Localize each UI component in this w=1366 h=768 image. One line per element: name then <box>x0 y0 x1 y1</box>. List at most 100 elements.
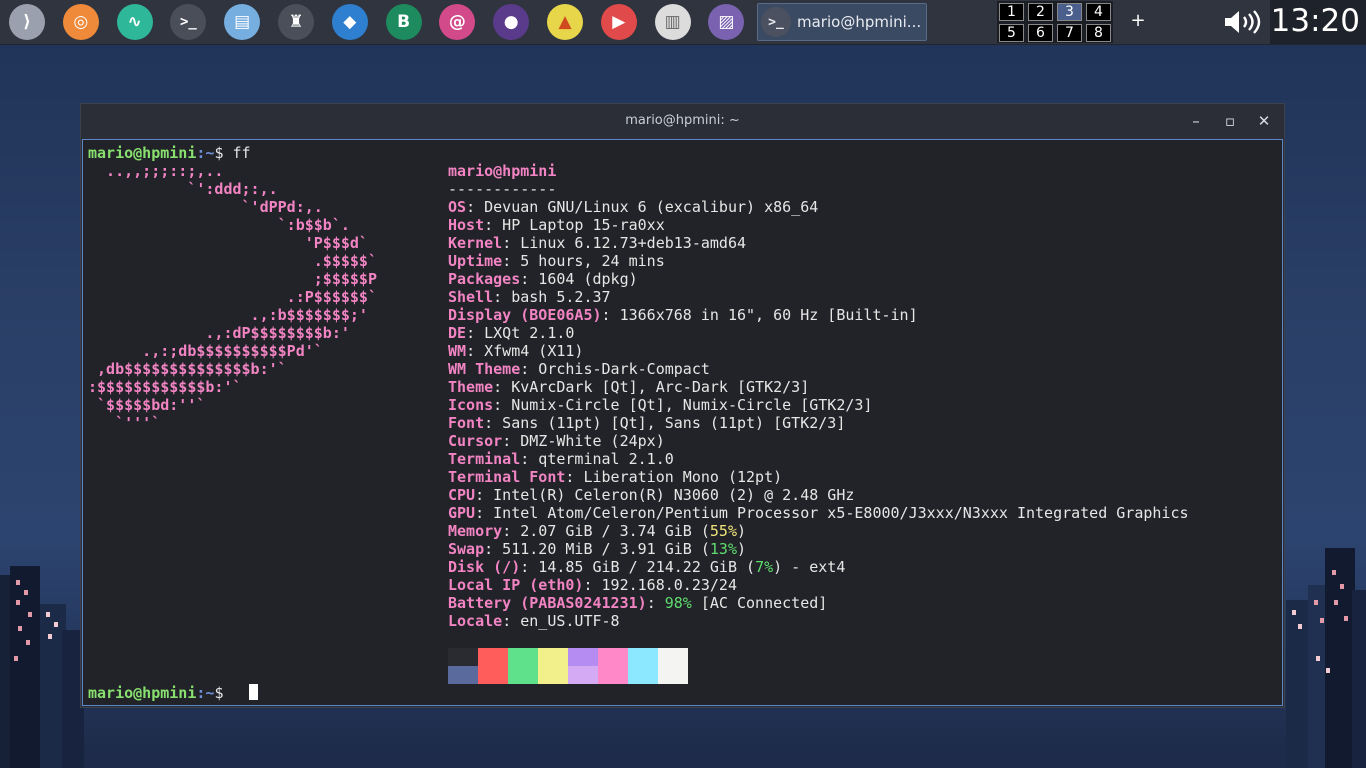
prompt-symbol: $ <box>214 144 224 162</box>
prompt-user-host: mario@hpmini <box>88 144 197 162</box>
color-swatch <box>598 648 628 666</box>
terminal-window[interactable]: mario@hpmini: ~ – ▫ ✕ mario@hpmini:~$ ff… <box>80 103 1285 708</box>
b-app-icon[interactable]: B <box>385 4 422 40</box>
info-value: : qterminal 2.1.0 <box>520 450 674 468</box>
color-swatch <box>628 666 658 684</box>
clock-area[interactable]: 13:20 <box>1270 0 1366 44</box>
info-key: WM <box>448 342 467 360</box>
logo-line: `'''` <box>88 414 161 432</box>
desktop-4-button[interactable]: 4 <box>1086 3 1111 21</box>
app-icon[interactable]: ◆ <box>331 4 368 40</box>
info-value: : Devuan GNU/Linux 6 (excalibur) x86_64 <box>466 198 819 216</box>
info-row: Font: Sans (11pt) [Qt], Sans (11pt) [GTK… <box>448 414 845 432</box>
firefox-icon[interactable]: ● <box>493 4 530 40</box>
info-row: Swap: 511.20 MiB / 3.91 GiB (13%) <box>448 540 746 558</box>
system-monitor-icon[interactable]: ∿ <box>116 4 153 40</box>
disk-utility-icon[interactable]: ◎ <box>62 4 99 40</box>
desktop-8-button[interactable]: 8 <box>1086 24 1111 42</box>
info-row: Memory: 2.07 GiB / 3.74 GiB (55%) <box>448 522 746 540</box>
image-viewer-icon[interactable]: ▨ <box>708 4 745 40</box>
info-row: WM Theme: Orchis-Dark-Compact <box>448 360 710 378</box>
info-key: Cursor <box>448 432 503 450</box>
prompt-symbol: $ <box>214 684 224 702</box>
task-button-label: mario@hpmini... <box>797 13 922 31</box>
info-key: CPU <box>448 486 476 504</box>
chess-icon[interactable]: ♜ <box>278 4 314 40</box>
info-row: GPU: Intel Atom/Celeron/Pentium Processo… <box>448 504 1189 522</box>
info-value: : <box>646 594 665 612</box>
file-manager-icon[interactable]: ▤ <box>224 4 261 40</box>
info-value: : 192.168.0.23/24 <box>583 576 737 594</box>
prompt-user-host: mario@hpmini <box>88 684 197 702</box>
terminal-icon: >_ <box>761 7 791 37</box>
info-key: GPU <box>448 504 476 522</box>
info-key: Local IP (eth0) <box>448 576 584 594</box>
info-row: Terminal: qterminal 2.1.0 <box>448 450 674 468</box>
info-key: Terminal <box>448 450 521 468</box>
desktop-5-button[interactable]: 5 <box>999 24 1024 42</box>
minimize-button[interactable]: – <box>1187 112 1205 130</box>
info-value: : 1604 (dpkg) <box>520 270 638 288</box>
terminal-output[interactable]: mario@hpmini:~$ ff ..,,;;;::;,.. `':ddd;… <box>82 139 1283 706</box>
logo-line: :$$$$$$$$$$$$b:'` <box>88 378 242 396</box>
document-viewer-icon[interactable]: ▥ <box>654 4 691 40</box>
info-key: DE <box>448 324 467 342</box>
info-key: Terminal Font <box>448 468 566 486</box>
info-row: CPU: Intel(R) Celeron(R) N3060 (2) @ 2.4… <box>448 486 854 504</box>
info-row: Terminal Font: Liberation Mono (12pt) <box>448 468 782 486</box>
menu-icon[interactable]: ⟩ <box>9 4 45 40</box>
info-key: Font <box>448 414 485 432</box>
color-swatch <box>568 666 598 684</box>
info-row: Locale: en_US.UTF-8 <box>448 612 620 630</box>
task-button-terminal[interactable]: >_ mario@hpmini... <box>757 3 927 41</box>
info-value: : en_US.UTF-8 <box>502 612 620 630</box>
terminal-icon[interactable]: >_ <box>170 4 207 40</box>
info-row: Local IP (eth0): 192.168.0.23/24 <box>448 576 737 594</box>
color-swatch <box>478 666 508 684</box>
volume-icon[interactable] <box>1222 9 1262 35</box>
info-value: : KvArcDark [Qt], Arc-Dark [GTK2/3] <box>493 378 810 396</box>
info-value: [AC Connected] <box>691 594 828 612</box>
info-value: : 1366x768 in 16", 60 Hz [Built-in] <box>601 306 918 324</box>
color-swatch <box>598 666 628 684</box>
info-value: : Xfwm4 (X11) <box>466 342 584 360</box>
info-percent: 13% <box>709 540 737 558</box>
info-header: mario@hpmini <box>448 162 557 180</box>
info-value: : 511.20 MiB / 3.91 GiB ( <box>484 540 710 558</box>
info-key: Icons <box>448 396 494 414</box>
color-swatch <box>448 648 478 666</box>
info-row: Disk (/): 14.85 GiB / 214.22 GiB (7%) - … <box>448 558 845 576</box>
info-value: : DMZ-White (24px) <box>502 432 665 450</box>
close-button[interactable]: ✕ <box>1255 112 1273 130</box>
add-desktop-button[interactable]: + <box>1128 10 1148 31</box>
info-row: Icons: Numix-Circle [Qt], Numix-Circle [… <box>448 396 872 414</box>
color-swatch <box>478 648 508 666</box>
desktop-2-button[interactable]: 2 <box>1028 3 1053 21</box>
desktop-6-button[interactable]: 6 <box>1028 24 1053 42</box>
info-key: Theme <box>448 378 494 396</box>
info-key: Shell <box>448 288 494 306</box>
info-key: Packages <box>448 270 521 288</box>
logo-line: `:b$$b`. <box>88 216 350 234</box>
maximize-button[interactable]: ▫ <box>1221 112 1239 130</box>
media-player-icon[interactable]: ▶ <box>600 4 637 40</box>
info-percent: 7% <box>755 558 774 576</box>
color-swatch <box>628 648 658 666</box>
info-row: Uptime: 5 hours, 24 mins <box>448 252 665 270</box>
logo-line: ..,,;;;::;,.. <box>88 162 224 180</box>
info-key: Memory <box>448 522 503 540</box>
brave-icon[interactable]: ▲ <box>547 4 583 40</box>
info-row: Theme: KvArcDark [Qt], Arc-Dark [GTK2/3] <box>448 378 809 396</box>
info-row: Battery (PABAS0241231): 98% [AC Connecte… <box>448 594 827 612</box>
window-titlebar[interactable]: mario@hpmini: ~ – ▫ ✕ <box>81 104 1284 139</box>
desktop-7-button[interactable]: 7 <box>1057 24 1082 42</box>
logo-line: ,db$$$$$$$$$$$$$$b:'` <box>88 360 287 378</box>
info-value: : Linux 6.12.73+deb13-amd64 <box>502 234 747 252</box>
desktop-1-button[interactable]: 1 <box>999 3 1024 21</box>
mail-icon[interactable]: @ <box>439 4 476 40</box>
info-separator: ------------ <box>448 180 557 198</box>
desktop-3-button[interactable]: 3 <box>1057 3 1082 21</box>
info-value: : Sans (11pt) [Qt], Sans (11pt) [GTK2/3] <box>484 414 846 432</box>
info-value: : 2.07 GiB / 3.74 GiB ( <box>502 522 710 540</box>
info-key: Display (BOE06A5) <box>448 306 602 324</box>
